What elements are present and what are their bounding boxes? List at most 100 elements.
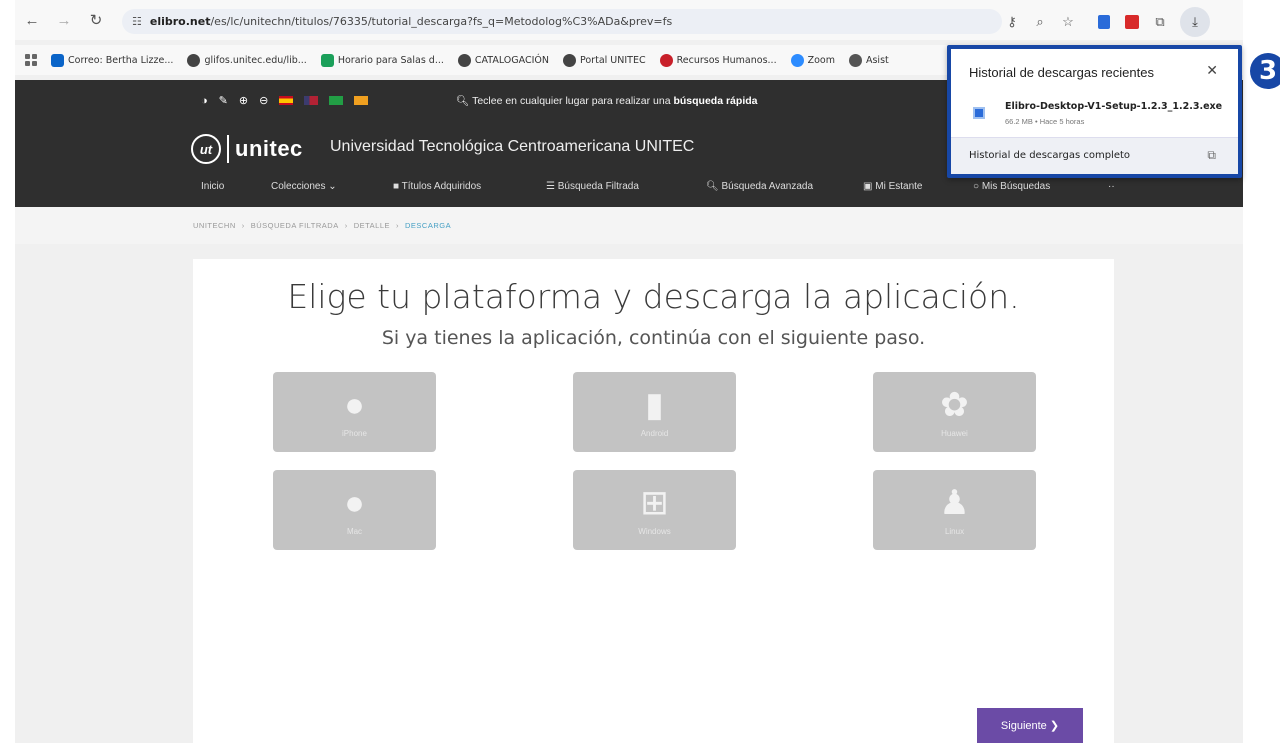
platform-huawei-button[interactable]: ✿ Huawei <box>873 372 1036 452</box>
logo-text: unitec <box>235 136 303 161</box>
flag-spain-icon[interactable] <box>279 96 294 105</box>
linux-icon: ♟ <box>939 483 970 522</box>
menu-label: Búsqueda Avanzada <box>721 181 814 192</box>
bookmark-label: glifos.unitec.edu/lib... <box>204 54 307 66</box>
logo-mark: ut <box>191 134 221 164</box>
forward-icon[interactable]: → <box>51 7 77 33</box>
zoom-app-icon <box>790 53 804 67</box>
menu-item-inicio[interactable]: Inicio <box>201 181 271 192</box>
zoom-out-icon[interactable]: ⊖ <box>259 94 268 107</box>
close-icon[interactable]: ✕ <box>1206 62 1218 79</box>
pencil-icon[interactable]: ✎ <box>219 94 228 107</box>
search-icon: 🔍︎ <box>706 181 719 192</box>
accessibility-tools: ◑ ✎ ⊕ ⊖ <box>201 94 379 107</box>
menu-label: Títulos Adquiridos <box>401 181 482 192</box>
platform-windows-button[interactable]: ⊞ Windows <box>573 470 736 550</box>
toolbar: ← → ↻ ☷ elibro.net/es/lc/unitechn/titulo… <box>15 0 1243 40</box>
bookmark-item[interactable]: Asist <box>848 53 889 67</box>
logo-divider <box>227 135 229 163</box>
bookmark-label: Asist <box>865 54 889 66</box>
shelf-icon: ▣ <box>863 181 873 192</box>
address-bar[interactable]: ☷ elibro.net/es/lc/unitechn/titulos/7633… <box>122 9 1002 34</box>
platform-label: Windows <box>638 526 671 536</box>
quick-search-text: Teclee en cualquier lugar para realizar … <box>472 95 671 107</box>
breadcrumb-current: DESCARGA <box>405 221 452 230</box>
zoom-icon[interactable]: ⌕ <box>1026 9 1054 34</box>
bookmark-item[interactable]: Portal UNITEC <box>562 53 646 67</box>
menu-item-avanzada[interactable]: 🔍︎ Búsqueda Avanzada <box>706 181 863 192</box>
university-name: Universidad Tecnológica Centroamericana … <box>330 138 695 155</box>
menu-item-estante[interactable]: ▣ Mi Estante <box>863 181 973 192</box>
zoom-in-icon[interactable]: ⊕ <box>239 94 248 107</box>
hr-icon <box>659 53 673 67</box>
menu-item-titulos[interactable]: ■ Títulos Adquiridos <box>393 181 546 192</box>
location-icon <box>848 53 862 67</box>
url-path: /es/lc/unitechn/titulos/76335/tutorial_d… <box>210 15 673 28</box>
bookmark-item[interactable]: Zoom <box>790 53 835 67</box>
flag-other-icon[interactable] <box>354 96 369 105</box>
platform-label: Linux <box>944 526 965 536</box>
bookmark-item[interactable]: CATALOGACIÓN <box>457 53 549 67</box>
quick-search-bold: búsqueda rápida <box>673 95 758 107</box>
chevron-right-icon: › <box>344 221 348 230</box>
menu-label: Mi Estante <box>875 181 923 192</box>
bookmark-label: Correo: Bertha Lizze... <box>68 54 174 66</box>
menu-item-filtrada[interactable]: ☰ Búsqueda Filtrada <box>546 181 706 192</box>
downloads-icon[interactable]: ⤓ <box>1180 6 1210 37</box>
menu-item-colecciones[interactable]: Colecciones ⌄ <box>271 181 393 192</box>
platform-mac-button[interactable]: ● Mac <box>273 470 436 550</box>
chevron-right-icon: ❯ <box>1049 720 1060 732</box>
globe-icon <box>457 53 471 67</box>
menu-item-busquedas[interactable]: ○ Mis Búsquedas <box>973 181 1108 192</box>
platform-label: Mac <box>346 526 363 536</box>
platform-label: iPhone <box>342 428 367 438</box>
sheets-icon <box>320 53 334 67</box>
menu-more[interactable]: ·· <box>1108 181 1128 192</box>
bookmark-item[interactable]: Recursos Humanos... <box>659 53 777 67</box>
flag-brazil-icon[interactable] <box>329 96 344 105</box>
menu-label: Mis Búsquedas <box>981 181 1051 192</box>
url-host: elibro.net <box>149 15 211 28</box>
menu-label: Inicio <box>201 181 225 192</box>
breadcrumb-item[interactable]: UNITECHN <box>193 221 236 230</box>
bookmark-label: Zoom <box>807 54 835 66</box>
apple-icon: ● <box>344 385 365 424</box>
contrast-icon[interactable]: ◑ <box>201 95 208 107</box>
site-settings-icon[interactable]: ☷ <box>132 15 142 28</box>
breadcrumb-item[interactable]: BÚSQUEDA FILTRADA <box>251 221 339 230</box>
breadcrumb-item[interactable]: DETALLE <box>354 221 390 230</box>
menu-label: ·· <box>1108 181 1115 192</box>
quick-search-hint[interactable]: 🔍︎ Teclee en cualquier lugar para realiz… <box>456 94 757 107</box>
flag-usa-icon[interactable] <box>304 96 319 105</box>
platform-label: Huawei <box>941 428 968 438</box>
bookmark-label: Recursos Humanos... <box>676 54 777 66</box>
bookmark-item[interactable]: Horario para Salas d... <box>320 53 444 67</box>
downloads-title: Historial de descargas recientes <box>969 65 1154 80</box>
bookmark-star-icon[interactable]: ☆ <box>1054 9 1082 34</box>
annotation-step-badge: 3 <box>1250 53 1280 89</box>
platform-android-button[interactable]: ▮ Android <box>573 372 736 452</box>
extension-red-icon[interactable] <box>1118 9 1146 34</box>
platform-linux-button[interactable]: ♟ Linux <box>873 470 1036 550</box>
extensions-puzzle-icon[interactable]: ⧉ <box>1146 9 1174 34</box>
apps-grid-icon[interactable] <box>25 54 37 66</box>
password-key-icon[interactable]: ⚷ <box>998 9 1026 34</box>
menu-label: Búsqueda Filtrada <box>557 181 639 192</box>
platform-label: Android <box>640 428 669 438</box>
bookmark-item[interactable]: glifos.unitec.edu/lib... <box>187 53 307 67</box>
unitec-logo[interactable]: ut unitec <box>191 134 303 164</box>
platform-iphone-button[interactable]: ● iPhone <box>273 372 436 452</box>
download-file-name: Elibro-Desktop-V1-Setup-1.2.3_1.2.3.exe <box>1005 101 1223 112</box>
download-item[interactable]: Elibro-Desktop-V1-Setup-1.2.3_1.2.3.exe … <box>951 95 1238 135</box>
menu-label: Colecciones <box>271 181 326 192</box>
page-subtitle: Si ya tienes la aplicación, continúa con… <box>381 327 926 349</box>
bookmark-label: Portal UNITEC <box>579 54 646 66</box>
reload-icon[interactable]: ↻ <box>83 7 109 33</box>
back-icon[interactable]: ← <box>19 7 45 33</box>
full-history-link[interactable]: Historial de descargas completo ⧉ <box>951 137 1238 174</box>
android-icon: ▮ <box>645 385 664 424</box>
huawei-icon: ✿ <box>940 385 969 424</box>
extension-blue-icon[interactable] <box>1090 9 1118 34</box>
bookmark-item[interactable]: Correo: Bertha Lizze... <box>51 53 174 67</box>
next-button[interactable]: Siguiente ❯ <box>977 708 1083 743</box>
